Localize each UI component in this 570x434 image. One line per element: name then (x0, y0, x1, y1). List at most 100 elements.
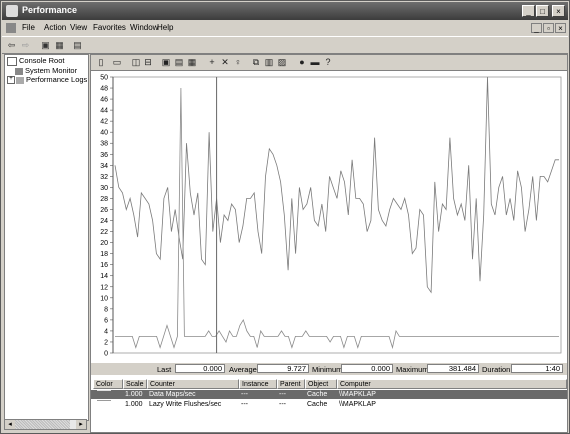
y-tick-label: 10 (100, 295, 108, 302)
menu-view[interactable]: View (70, 23, 87, 32)
help-icon[interactable]: ? (323, 57, 333, 67)
show-hide-tree-icon[interactable]: ▦ (54, 40, 65, 50)
properties-icon[interactable]: ▨ (277, 57, 287, 67)
y-tick-label: 30 (100, 185, 108, 192)
average-label: Average (229, 365, 257, 374)
y-tick-label: 42 (100, 119, 108, 126)
y-tick-label: 40 (100, 130, 108, 137)
minimum-label: Minimum (312, 365, 343, 374)
y-tick-label: 16 (100, 262, 108, 269)
y-tick-label: 4 (104, 328, 108, 335)
clear-display-icon[interactable]: ▭ (112, 57, 122, 67)
highlight-icon[interactable]: ♀ (233, 57, 243, 67)
duration-value: 1:40 (511, 364, 563, 373)
y-tick-label: 6 (104, 317, 108, 324)
maximize-button[interactable]: □ (536, 5, 549, 17)
y-tick-label: 34 (100, 163, 108, 170)
row-instance: --- (241, 401, 248, 408)
row-scale: 1.000 (125, 401, 143, 408)
view-histogram-icon[interactable]: ▤ (174, 57, 184, 67)
scroll-right-icon[interactable]: ▸ (76, 420, 86, 429)
row-parent: --- (279, 391, 286, 398)
view-graph-icon[interactable]: ▣ (161, 57, 171, 67)
freeze-display-icon[interactable]: ● (297, 57, 307, 67)
legend-row[interactable]: 1.000 Lazy Write Flushes/sec --- --- Cac… (91, 400, 567, 409)
row-computer: \\MAPKLAP (339, 401, 376, 408)
close-button[interactable]: × (552, 5, 565, 17)
view-log-data-icon[interactable]: ⊟ (143, 57, 153, 67)
up-icon[interactable]: ▣ (40, 40, 51, 50)
monitor-icon (15, 67, 23, 75)
y-tick-label: 24 (100, 218, 108, 225)
scroll-left-icon[interactable]: ◂ (5, 420, 15, 429)
counter-legend: Color Scale Counter Instance Parent Obje… (91, 377, 567, 432)
menu-action[interactable]: Action (44, 23, 66, 32)
column-object[interactable]: Object (305, 379, 337, 389)
title-bar[interactable]: Performance _ □ × (2, 2, 568, 20)
y-tick-label: 0 (104, 351, 108, 358)
row-object: Cache (307, 401, 328, 408)
minimize-button[interactable]: _ (522, 5, 535, 17)
view-current-activity-icon[interactable]: ◫ (131, 57, 141, 67)
row-parent: --- (279, 401, 286, 408)
y-tick-label: 18 (100, 251, 108, 258)
system-monitor-pane: ▯ ▭ ◫ ⊟ ▣ ▤ ▦ + ✕ ♀ ⧉ ▥ ▨ ● ▬ ? 0 2 4 6 8 10 1… (90, 54, 568, 433)
menu-favorites[interactable]: Favorites (93, 23, 126, 32)
y-tick-label: 22 (100, 229, 108, 236)
new-counter-set-icon[interactable]: ▯ (96, 57, 106, 67)
mdi-minimize-button[interactable]: _ (531, 23, 542, 33)
y-tick-label: 14 (100, 273, 108, 280)
column-scale[interactable]: Scale (123, 379, 147, 389)
menu-help[interactable]: Help (157, 23, 173, 32)
y-tick-label: 20 (100, 240, 108, 247)
update-data-icon[interactable]: ▬ (310, 57, 320, 67)
menu-window[interactable]: Window (130, 23, 158, 32)
column-counter[interactable]: Counter (147, 379, 239, 389)
properties-icon[interactable]: ▤ (72, 40, 83, 50)
y-tick-label: 36 (100, 152, 108, 159)
mdi-close-button[interactable]: × (555, 23, 566, 33)
statistics-bar: Last 0.000 Average 9.727 Minimum 0.000 M… (91, 363, 567, 375)
system-menu-icon[interactable] (6, 23, 16, 33)
y-tick-label: 26 (100, 207, 108, 214)
column-instance[interactable]: Instance (239, 379, 277, 389)
y-tick-label: 46 (100, 97, 108, 104)
y-tick-label: 32 (100, 174, 108, 181)
monitor-toolbar: ▯ ▭ ◫ ⊟ ▣ ▤ ▦ + ✕ ♀ ⧉ ▥ ▨ ● ▬ ? (91, 55, 567, 71)
mdi-restore-button[interactable]: ▫ (543, 23, 554, 33)
scroll-thumb[interactable] (15, 420, 70, 429)
menu-bar: File Action View Favorites Window Help (2, 21, 568, 35)
last-label: Last (157, 365, 172, 374)
column-color[interactable]: Color (93, 379, 123, 389)
row-computer: \\MAPKLAP (339, 391, 376, 398)
minimum-value: 0.000 (341, 364, 393, 373)
view-report-icon[interactable]: ▦ (187, 57, 197, 67)
column-parent[interactable]: Parent (277, 379, 305, 389)
row-instance: --- (241, 391, 248, 398)
y-tick-label: 12 (100, 284, 108, 291)
tree-item-console-root[interactable]: Console Root (7, 56, 64, 66)
window-title: Performance (22, 5, 78, 15)
tree-item-performance-logs[interactable]: + Performance Logs a (7, 75, 88, 85)
performance-graph: 0246810121416182022242628303234363840424… (100, 75, 562, 358)
tree-horizontal-scrollbar[interactable]: ◂ ▸ (4, 419, 87, 430)
expand-icon[interactable]: + (7, 76, 15, 85)
y-tick-label: 2 (104, 339, 108, 346)
delete-icon[interactable]: ✕ (220, 57, 230, 67)
copy-properties-icon[interactable]: ⧉ (251, 57, 261, 67)
add-icon[interactable]: + (207, 57, 217, 67)
y-tick-label: 50 (100, 75, 108, 82)
column-computer[interactable]: Computer (337, 379, 567, 389)
back-icon[interactable]: ⇦ (6, 40, 17, 50)
legend-row[interactable]: 1.000 Data Maps/sec --- --- Cache \\MAPK… (91, 390, 567, 399)
y-tick-label: 44 (100, 108, 108, 115)
last-value: 0.000 (175, 364, 225, 373)
forward-icon[interactable]: ⇨ (20, 40, 31, 50)
menu-file[interactable]: File (22, 23, 35, 32)
row-counter: Data Maps/sec (149, 391, 196, 398)
performance-window: Performance _ □ × File Action View Favor… (0, 0, 570, 434)
logs-icon (16, 76, 24, 84)
maximum-value: 381.484 (427, 364, 479, 373)
paste-counter-list-icon[interactable]: ▥ (264, 57, 274, 67)
console-tree: Console Root System Monitor + Performance… (4, 54, 89, 421)
